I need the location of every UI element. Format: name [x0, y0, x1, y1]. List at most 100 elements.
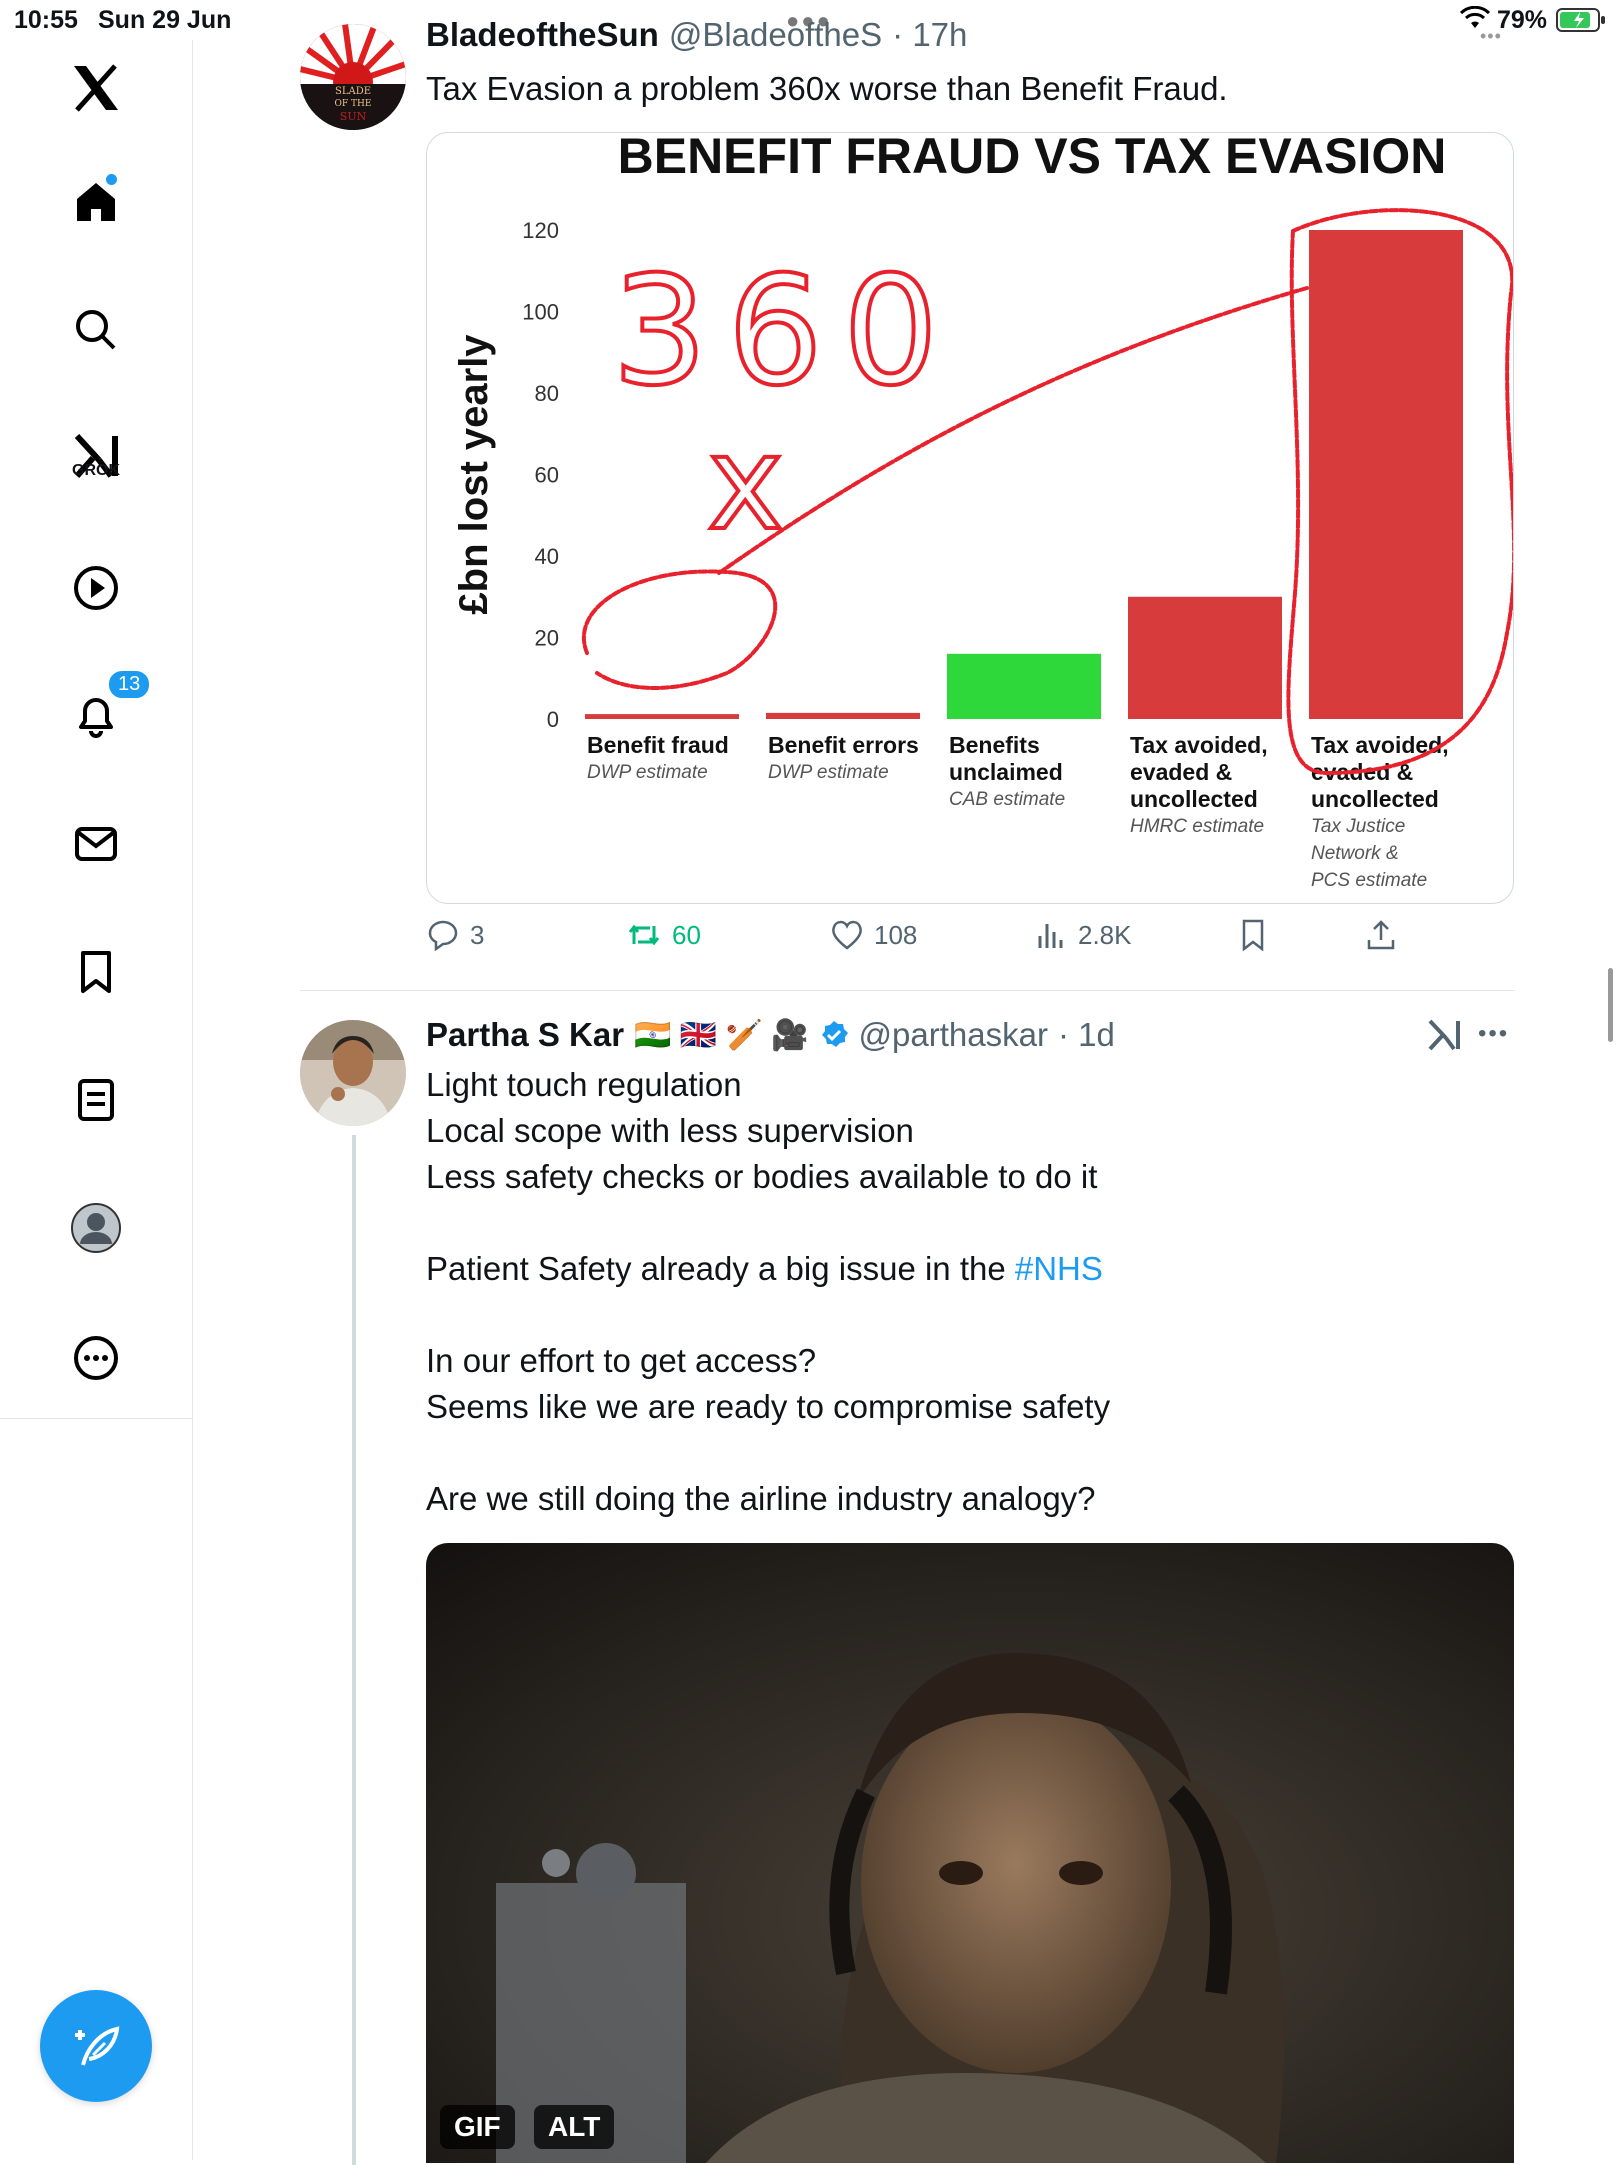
- home-icon[interactable]: [62, 168, 130, 236]
- tweet2-line-7: In our effort to get access?: [426, 1342, 817, 1379]
- x-logo-icon[interactable]: [62, 54, 130, 122]
- profile-icon[interactable]: [62, 1194, 130, 1262]
- video-icon[interactable]: [62, 554, 130, 622]
- tweet2-line-5-text: Patient Safety already a big issue in th…: [426, 1250, 1015, 1287]
- chart-x-label: Benefit errors: [768, 732, 919, 758]
- tweet1-header: BladeoftheSun @BladeoftheS · 17h: [426, 16, 967, 54]
- notifications-icon[interactable]: 13: [62, 668, 153, 750]
- tweet-separator: [300, 990, 1515, 991]
- chart-x-label: unclaimed: [949, 759, 1063, 785]
- tweet2-line-5: Patient Safety already a big issue in th…: [426, 1246, 1110, 1292]
- grok-explain-icon[interactable]: [1426, 1018, 1462, 1052]
- tweet2-header: Partha S Kar 🇮🇳 🇬🇧 🏏 🎥 @parthaskar · 1d: [426, 1016, 1115, 1054]
- tweet1-author-name[interactable]: BladeoftheSun: [426, 16, 659, 54]
- status-date: Sun 29 Jun: [98, 6, 232, 34]
- tweet2-blank: [426, 1200, 1110, 1246]
- repost-count: 60: [672, 919, 701, 950]
- chart-y-tick: 80: [535, 381, 559, 406]
- tweet1-actions: 3 60 108 2.8K: [426, 918, 1516, 968]
- tweet2-line-3: Less safety checks or bodies available t…: [426, 1158, 1098, 1195]
- chart-bar: [585, 714, 739, 719]
- chart-y-tick: 20: [535, 626, 559, 651]
- tweet1-avatar-text-1: SLADE: [335, 86, 371, 97]
- chart-bar: [766, 712, 920, 719]
- tweet2-blank: [426, 1430, 1110, 1476]
- tweet1-time[interactable]: · 17h: [892, 16, 967, 54]
- tweet2-line-2: Local scope with less supervision: [426, 1112, 914, 1149]
- tweet1-image-chart[interactable]: BENEFIT FRAUD VS TAX EVASION £bn lost yea…: [426, 132, 1514, 904]
- chart-x-source-label: DWP estimate: [587, 762, 708, 783]
- sidebar: GROK 13: [0, 40, 193, 2160]
- tweet2-flag-emojis: 🇮🇳 🇬🇧 🏏 🎥: [634, 1018, 809, 1052]
- alt-text-button[interactable]: ALT: [534, 2105, 615, 2149]
- tweet2-more-icon[interactable]: •••: [1478, 1020, 1509, 1048]
- tweet1-avatar-text-3: SUN: [340, 110, 367, 123]
- status-time: 10:55: [14, 6, 78, 34]
- gif-image: [426, 1543, 1514, 2163]
- reply-count: 3: [470, 919, 485, 950]
- repost-button[interactable]: 60: [626, 918, 701, 952]
- reply-icon: [428, 920, 458, 952]
- heart-icon: [832, 920, 862, 950]
- chart-x-label: uncollected: [1130, 786, 1258, 812]
- chart-x-source-label: HMRC estimate: [1130, 816, 1264, 837]
- tweet2-text: Light touch regulation Local scope with …: [426, 1062, 1110, 1522]
- tweet2-author-name[interactable]: Partha S Kar: [426, 1016, 624, 1054]
- tweet2-line-1: Light touch regulation: [426, 1066, 742, 1103]
- annotation-360-text: 360: [612, 245, 958, 419]
- chart-y-tick: 100: [522, 300, 559, 325]
- battery-icon: [1556, 8, 1606, 37]
- views-button[interactable]: 2.8K: [1034, 918, 1132, 952]
- tweet2-gif[interactable]: GIF ALT: [426, 1543, 1514, 2163]
- bookmark-icon: [1242, 919, 1264, 952]
- battery-percent: 79%: [1497, 6, 1548, 34]
- more-icon[interactable]: [62, 1324, 130, 1392]
- views-chart-icon: [1038, 924, 1063, 948]
- tweet2-time[interactable]: · 1d: [1058, 1016, 1115, 1054]
- like-button[interactable]: 108: [830, 918, 917, 952]
- sidebar-divider: [0, 1418, 192, 1419]
- chart-x-label: evaded &: [1130, 759, 1232, 785]
- grok-label: GROK: [72, 462, 120, 479]
- bookmarks-icon[interactable]: [62, 938, 130, 1006]
- compose-post-button[interactable]: [40, 1990, 152, 2102]
- verified-badge-icon[interactable]: [819, 1020, 849, 1050]
- more-dots: •••: [1480, 26, 1502, 46]
- chart-x-source-label: DWP estimate: [768, 762, 889, 783]
- nhs-hashtag-link[interactable]: #NHS: [1015, 1250, 1103, 1287]
- bookmark-button[interactable]: [1236, 918, 1270, 952]
- chart-title: BENEFIT FRAUD VS TAX EVASION: [618, 133, 1447, 184]
- chart-x-label: uncollected: [1311, 786, 1439, 812]
- repost-icon: [628, 924, 660, 946]
- tweet1-handle[interactable]: @BladeoftheS: [669, 16, 882, 54]
- chart-x-source-label: Tax Justice: [1311, 816, 1405, 837]
- lists-icon[interactable]: [62, 1066, 130, 1134]
- notification-badge: 13: [106, 668, 153, 701]
- tweet1-text: Tax Evasion a problem 360x worse than Be…: [426, 70, 1228, 107]
- reply-button[interactable]: 3: [426, 918, 484, 952]
- grok-icon[interactable]: GROK: [62, 422, 130, 490]
- chart-x-label: Benefit fraud: [587, 732, 729, 758]
- chart: BENEFIT FRAUD VS TAX EVASION £bn lost yea…: [452, 133, 1513, 891]
- chart-y-tick: 60: [535, 463, 559, 488]
- search-icon[interactable]: [62, 296, 130, 364]
- chart-bar: [947, 653, 1101, 719]
- tweet1-avatar-text-2: OF THE: [335, 99, 372, 109]
- chart-y-tick: 120: [522, 218, 559, 243]
- chart-bar: [1128, 596, 1282, 719]
- messages-icon[interactable]: [62, 810, 130, 878]
- thread-line: [352, 1135, 356, 2165]
- tweet2-line-10: Are we still doing the airline industry …: [426, 1480, 1096, 1517]
- compose-feather-icon: [75, 2026, 120, 2066]
- chart-y-axis-label: £bn lost yearly: [452, 334, 496, 615]
- benefit-fraud-circle: [582, 569, 778, 690]
- chart-y-tick: 0: [547, 707, 559, 732]
- share-icon: [1367, 920, 1395, 950]
- share-button[interactable]: [1364, 918, 1398, 952]
- tweet2-avatar[interactable]: [300, 1020, 406, 1126]
- tweet2-handle[interactable]: @parthaskar: [859, 1016, 1048, 1054]
- chart-x-source-label: CAB estimate: [949, 789, 1065, 810]
- tweet1-avatar[interactable]: SLADE OF THE SUN: [300, 24, 406, 130]
- scrollbar[interactable]: [1608, 968, 1613, 1042]
- chart-x-label: Benefits: [949, 732, 1040, 758]
